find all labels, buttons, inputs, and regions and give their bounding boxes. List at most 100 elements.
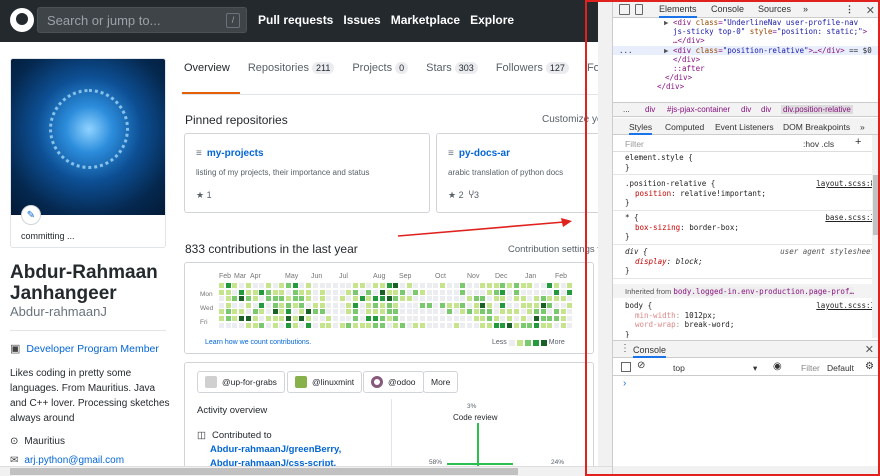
contribution-day[interactable] <box>513 309 519 315</box>
contribution-day[interactable] <box>353 296 358 302</box>
contribution-day[interactable] <box>420 296 425 302</box>
contribution-day[interactable] <box>252 289 258 295</box>
log-levels-dropdown[interactable]: Default <box>827 363 854 373</box>
contribution-day[interactable] <box>500 316 506 321</box>
new-rule-icon[interactable]: + <box>855 136 861 148</box>
profile-email[interactable]: ✉ arj.python@gmail.com <box>10 455 124 466</box>
contribution-day[interactable] <box>540 289 546 295</box>
contribution-day[interactable] <box>379 322 385 328</box>
contribution-day[interactable] <box>373 296 379 302</box>
contribution-day[interactable] <box>319 316 325 321</box>
contribution-day[interactable] <box>386 283 392 288</box>
contribution-day[interactable] <box>373 289 379 295</box>
contribution-day[interactable] <box>292 316 298 321</box>
css-rule[interactable]: element.style {} <box>613 152 875 175</box>
contribution-day[interactable] <box>292 296 298 302</box>
contribution-day[interactable] <box>453 322 459 328</box>
contribution-day[interactable] <box>259 289 265 295</box>
eye-icon[interactable]: ◉ <box>773 361 782 372</box>
contribution-day[interactable] <box>386 296 392 302</box>
contribution-day[interactable] <box>339 289 345 295</box>
contribution-day[interactable] <box>399 296 405 302</box>
contribution-day[interactable] <box>426 316 432 321</box>
contribution-day[interactable] <box>473 289 479 295</box>
contribution-day[interactable] <box>332 316 338 321</box>
contribution-day[interactable] <box>265 283 271 288</box>
contribution-day[interactable] <box>399 302 405 308</box>
contribution-day[interactable] <box>359 322 365 328</box>
contribution-day[interactable] <box>446 289 452 295</box>
dom-node[interactable]: ... ▶ <div class="position-relative">…</d… <box>613 45 880 55</box>
context-caret-icon[interactable]: ▾ <box>753 363 757 374</box>
contribution-day[interactable] <box>219 289 224 295</box>
contribution-day[interactable] <box>265 309 271 315</box>
contribution-day[interactable] <box>413 289 419 295</box>
close-devtools-icon[interactable]: ✕ <box>866 4 875 17</box>
contribution-day[interactable] <box>433 283 439 288</box>
contribution-day[interactable] <box>292 289 298 295</box>
contribution-day[interactable] <box>299 322 305 328</box>
contribution-day[interactable] <box>353 322 358 328</box>
contribution-day[interactable] <box>232 309 238 315</box>
contribution-day[interactable] <box>326 283 332 288</box>
contribution-day[interactable] <box>533 309 539 315</box>
contribution-day[interactable] <box>259 316 265 321</box>
contribution-day[interactable] <box>252 316 258 321</box>
css-value[interactable]: break-word; <box>685 320 735 329</box>
dom-node[interactable]: </div> <box>613 73 880 82</box>
css-declaration[interactable]: min-width: 1012px; <box>625 311 875 321</box>
contribution-day[interactable] <box>413 296 419 302</box>
contribution-day[interactable] <box>312 316 318 321</box>
device-toolbar-icon[interactable] <box>635 4 643 15</box>
contribution-day[interactable] <box>245 316 251 321</box>
contribution-day[interactable] <box>487 322 492 328</box>
contribution-day[interactable] <box>560 302 566 308</box>
contribution-day[interactable] <box>399 322 405 328</box>
contribution-day[interactable] <box>446 283 452 288</box>
contribution-day[interactable] <box>312 296 318 302</box>
contribution-settings-dropdown[interactable]: Contribution settings ▾ <box>508 244 602 255</box>
contribution-day[interactable] <box>567 316 573 321</box>
nav-explore[interactable]: Explore <box>470 13 514 27</box>
contribution-day[interactable] <box>554 309 559 315</box>
contribution-day[interactable] <box>453 283 459 288</box>
contribution-day[interactable] <box>527 289 533 295</box>
contribution-day[interactable] <box>413 283 419 288</box>
contribution-day[interactable] <box>413 322 419 328</box>
contribution-day[interactable] <box>426 322 432 328</box>
contribution-day[interactable] <box>500 309 506 315</box>
contribution-day[interactable] <box>466 322 472 328</box>
repo-name[interactable]: py-docs-ar <box>459 148 510 159</box>
contribution-day[interactable] <box>540 302 546 308</box>
breadcrumb-item-selected[interactable]: div.position-relative <box>781 105 853 114</box>
contribution-day[interactable] <box>373 283 379 288</box>
contribution-day[interactable] <box>480 289 486 295</box>
contribution-day[interactable] <box>245 296 251 302</box>
contribution-day[interactable] <box>406 322 412 328</box>
contribution-day[interactable] <box>286 302 291 308</box>
close-drawer-icon[interactable]: ✕ <box>865 343 874 356</box>
contribution-day[interactable] <box>225 309 231 315</box>
breadcrumb-item[interactable]: ... <box>623 105 630 114</box>
contribution-day[interactable] <box>265 302 271 308</box>
css-value[interactable]: relative!important; <box>680 189 766 198</box>
contribution-day[interactable] <box>533 302 539 308</box>
contribution-day[interactable] <box>232 316 238 321</box>
contribution-day[interactable] <box>393 322 399 328</box>
contribution-day[interactable] <box>466 289 472 295</box>
status-emoji-icon[interactable]: ✎ <box>21 205 41 225</box>
contribution-day[interactable] <box>547 309 553 315</box>
clear-console-icon[interactable]: ⊘ <box>637 360 645 371</box>
contribution-day[interactable] <box>426 296 432 302</box>
contribution-day[interactable] <box>426 289 432 295</box>
contribution-day[interactable] <box>232 296 238 302</box>
contribution-day[interactable] <box>413 309 419 315</box>
contribution-day[interactable] <box>420 289 425 295</box>
contribution-day[interactable] <box>426 302 432 308</box>
contribution-day[interactable] <box>567 289 573 295</box>
contribution-day[interactable] <box>279 322 285 328</box>
contribution-day[interactable] <box>232 322 238 328</box>
contribution-day[interactable] <box>547 289 553 295</box>
dom-node[interactable]: …</div> <box>613 36 880 45</box>
contribution-day[interactable] <box>460 296 466 302</box>
